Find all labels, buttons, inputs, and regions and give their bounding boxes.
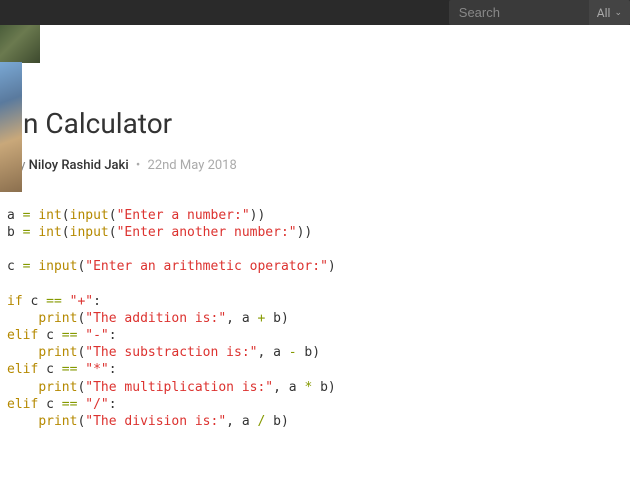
code-op: == bbox=[62, 328, 78, 343]
code-block: a = int(input("Enter a number:")) b = in… bbox=[7, 207, 630, 430]
code-text: )) bbox=[250, 208, 266, 223]
code-text: b) bbox=[312, 380, 335, 395]
code-string: "Enter another number:" bbox=[117, 225, 297, 240]
code-builtin: input bbox=[70, 225, 109, 240]
code-text bbox=[7, 345, 38, 360]
code-text: ( bbox=[109, 208, 117, 223]
code-builtin: input bbox=[70, 208, 109, 223]
code-keyword: if bbox=[7, 294, 23, 309]
cover-banner bbox=[0, 25, 40, 63]
code-text: ) bbox=[328, 259, 336, 274]
post-meta: by Niloy Rashid Jaki • 22nd May 2018 bbox=[12, 158, 630, 173]
code-string: "Enter a number:" bbox=[117, 208, 250, 223]
chevron-down-icon: ⌄ bbox=[614, 8, 622, 18]
code-op: == bbox=[46, 294, 62, 309]
code-text: c bbox=[38, 362, 61, 377]
code-string: "*" bbox=[85, 362, 108, 377]
code-text: : bbox=[109, 397, 117, 412]
code-string: "The multiplication is:" bbox=[85, 380, 273, 395]
code-text: b) bbox=[297, 345, 320, 360]
search-input[interactable] bbox=[449, 0, 589, 25]
code-text: , a bbox=[226, 414, 257, 429]
author-link[interactable]: Niloy Rashid Jaki bbox=[29, 158, 129, 173]
code-text bbox=[7, 414, 38, 429]
code-text: b bbox=[7, 225, 23, 240]
code-op: - bbox=[289, 345, 297, 360]
code-op: == bbox=[62, 397, 78, 412]
code-builtin: print bbox=[38, 380, 77, 395]
code-text: : bbox=[109, 362, 117, 377]
code-text: : bbox=[109, 328, 117, 343]
code-builtin: print bbox=[38, 414, 77, 429]
code-string: "The substraction is:" bbox=[85, 345, 257, 360]
code-builtin: print bbox=[38, 345, 77, 360]
avatar[interactable] bbox=[0, 62, 22, 192]
meta-separator: • bbox=[136, 158, 140, 173]
code-text: c bbox=[38, 397, 61, 412]
code-text: a bbox=[7, 208, 23, 223]
code-text bbox=[62, 294, 70, 309]
top-bar: All ⌄ bbox=[0, 0, 630, 25]
code-builtin: print bbox=[38, 311, 77, 326]
code-text bbox=[7, 311, 38, 326]
code-text: c bbox=[7, 259, 23, 274]
search-filter-dropdown[interactable]: All ⌄ bbox=[589, 0, 630, 25]
code-builtin: int bbox=[38, 208, 61, 223]
code-string: "/" bbox=[85, 397, 108, 412]
code-text: ( bbox=[62, 208, 70, 223]
code-text: c bbox=[38, 328, 61, 343]
code-text: , a bbox=[257, 345, 288, 360]
post-content: n Calculator by Niloy Rashid Jaki • 22nd… bbox=[0, 63, 630, 430]
search-container: All ⌄ bbox=[449, 0, 630, 25]
code-string: "The division is:" bbox=[85, 414, 226, 429]
code-text: ( bbox=[62, 225, 70, 240]
page-title: n Calculator bbox=[23, 107, 630, 140]
code-builtin: int bbox=[38, 225, 61, 240]
code-string: "+" bbox=[70, 294, 93, 309]
code-string: "The addition is:" bbox=[85, 311, 226, 326]
code-keyword: elif bbox=[7, 328, 38, 343]
code-text: , a bbox=[273, 380, 304, 395]
code-string: "Enter an arithmetic operator:" bbox=[85, 259, 328, 274]
search-filter-label: All bbox=[597, 6, 611, 20]
code-string: "-" bbox=[85, 328, 108, 343]
code-text: c bbox=[23, 294, 46, 309]
code-keyword: elif bbox=[7, 397, 38, 412]
code-text: , a bbox=[226, 311, 257, 326]
code-text: )) bbox=[297, 225, 313, 240]
code-op: == bbox=[62, 362, 78, 377]
code-text: b) bbox=[265, 414, 288, 429]
code-text: ( bbox=[109, 225, 117, 240]
code-text: : bbox=[93, 294, 101, 309]
post-date: 22nd May 2018 bbox=[148, 158, 237, 173]
code-text: b) bbox=[265, 311, 288, 326]
code-keyword: elif bbox=[7, 362, 38, 377]
code-text bbox=[7, 380, 38, 395]
code-builtin: input bbox=[38, 259, 77, 274]
